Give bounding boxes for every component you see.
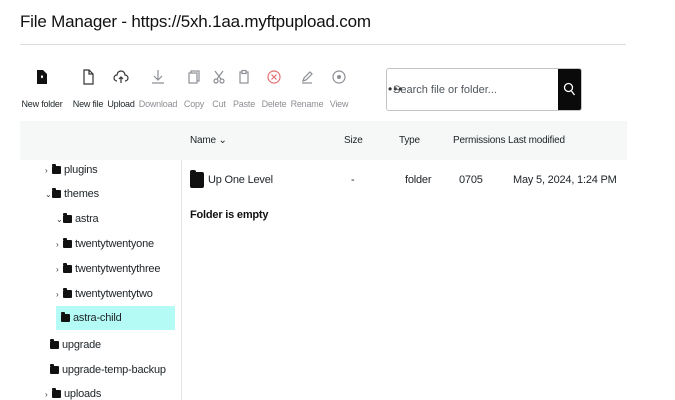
folder-icon xyxy=(63,213,72,223)
tree-item-label: plugins xyxy=(64,164,98,176)
view-button[interactable]: View xyxy=(317,66,361,109)
tree-item-uploads[interactable]: › uploads xyxy=(45,382,101,400)
folder-icon xyxy=(63,263,72,273)
column-size-header[interactable]: Size xyxy=(344,135,363,146)
folder-icon xyxy=(50,364,59,374)
folder-open-icon xyxy=(61,312,70,322)
chevron-right-icon[interactable]: › xyxy=(45,159,52,183)
folder-open-icon xyxy=(52,188,61,198)
tree-divider xyxy=(181,160,182,400)
view-label: View xyxy=(329,99,349,109)
folder-icon xyxy=(50,339,59,349)
tree-item-label: twentytwentythree xyxy=(75,263,161,275)
search-box xyxy=(386,68,582,111)
tree-item-label: upgrade-temp-backup xyxy=(62,364,166,376)
tree-item-upgrade-temp-backup[interactable]: upgrade-temp-backup xyxy=(50,358,166,382)
tree-item-label: upgrade xyxy=(62,339,101,351)
tree-item-themes[interactable]: ⌄ themes xyxy=(45,182,99,206)
file-name[interactable]: Up One Level xyxy=(208,174,273,186)
folder-up-icon xyxy=(190,170,204,188)
column-type-header[interactable]: Type xyxy=(399,135,420,146)
chevron-right-icon[interactable]: › xyxy=(45,383,52,400)
tree-item-astra-child[interactable]: astra-child xyxy=(56,306,175,330)
folder-icon xyxy=(52,388,61,398)
search-button[interactable] xyxy=(558,69,581,110)
tree-item-label: uploads xyxy=(64,388,102,400)
chevron-down-icon[interactable]: ⌄ xyxy=(56,208,63,232)
chevron-right-icon[interactable]: › xyxy=(56,283,63,307)
tree-item-twentytwentythree[interactable]: › twentytwentythree xyxy=(56,257,160,281)
page-title: File Manager - https://5xh.1aa.myftpuplo… xyxy=(20,12,371,31)
empty-folder-message: Folder is empty xyxy=(190,209,269,221)
tree-item-astra[interactable]: ⌄ astra xyxy=(56,207,99,232)
file-type: folder xyxy=(405,174,432,186)
column-name-header[interactable]: Name ⌄ xyxy=(190,135,227,146)
file-size: - xyxy=(351,174,355,186)
chevron-right-icon[interactable]: › xyxy=(56,258,63,282)
tree-item-plugins[interactable]: › plugins xyxy=(45,158,98,183)
tree-item-label: themes xyxy=(64,188,99,200)
folder-icon xyxy=(63,288,72,298)
tree-item-label: twentytwentytwo xyxy=(75,288,153,300)
file-last-modified: May 5, 2024, 1:24 PM xyxy=(513,174,617,186)
new-folder-label: New folder xyxy=(21,99,63,109)
tree-item-twentytwentyone[interactable]: › twentytwentyone xyxy=(56,232,154,256)
chevron-right-icon[interactable]: › xyxy=(56,233,63,257)
view-icon xyxy=(317,68,361,90)
tree-item-twentytwentytwo[interactable]: › twentytwentytwo xyxy=(56,282,153,306)
search-icon xyxy=(563,82,576,96)
chevron-down-icon[interactable]: ⌄ xyxy=(45,183,52,207)
column-permissions-header[interactable]: Permissions xyxy=(453,135,505,146)
file-permissions: 0705 xyxy=(459,174,483,186)
column-last-modified-header[interactable]: Last modified xyxy=(508,135,565,146)
tree-item-label: astra-child xyxy=(73,312,122,324)
tree-item-upgrade[interactable]: upgrade xyxy=(50,333,101,357)
tree-item-label: astra xyxy=(75,213,99,225)
tree-item-label: twentytwentyone xyxy=(75,238,154,250)
folder-icon xyxy=(52,164,61,174)
folder-icon xyxy=(63,238,72,248)
title-divider xyxy=(20,44,626,45)
search-input[interactable] xyxy=(387,69,559,110)
new-folder-button[interactable]: New folder xyxy=(20,66,64,109)
new-folder-icon xyxy=(20,68,64,90)
